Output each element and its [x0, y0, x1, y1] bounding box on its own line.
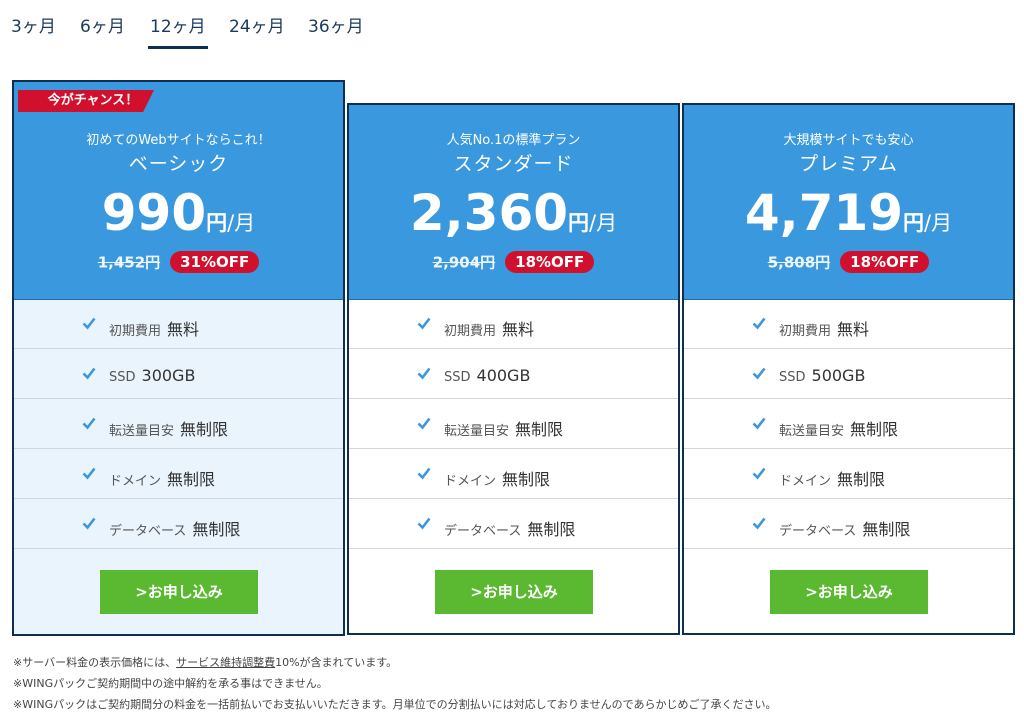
discount-badge: 18%OFF [505, 251, 595, 273]
plan-tagline: 人気No.1の標準プラン [446, 133, 581, 148]
plan-card-basic: 今がチャンス！ 初めてのWebサイトならこれ！ ベーシック 990円/月 1,4… [12, 80, 345, 636]
original-price: 2,904円 [432, 253, 496, 272]
feature-ssd: SSD 500GB [684, 349, 1013, 399]
check-icon [82, 317, 96, 330]
chevron-right-icon: > [805, 583, 818, 601]
feature-transfer: 転送量目安 無制限 [349, 399, 678, 449]
original-price-row: 5,808円 18%OFF [684, 251, 1013, 273]
feature-list: 初期費用 無料 SSD 500GB 転送量目安 無制限 ドメイン 無制限 データベース無… [684, 299, 1013, 549]
plan-price: 2,360 [409, 184, 569, 242]
per-month: /月 [924, 211, 953, 235]
check-icon [752, 467, 766, 480]
check-icon [417, 467, 431, 480]
check-icon [417, 417, 431, 430]
plan-header: 人気No.1の標準プラン スタンダード 2,360円/月 2,904円 18%OF… [349, 105, 678, 300]
feature-transfer: 転送量目安 無制限 [14, 399, 343, 449]
plan-price: 990 [101, 184, 207, 242]
apply-button-basic[interactable]: >お申し込み [100, 570, 258, 614]
feature-domain: ドメイン 無制限 [684, 449, 1013, 499]
discount-badge: 18%OFF [840, 251, 930, 273]
note-cancellation: ※WINGパックご契約期間中の途中解約を承る事はできません。 [13, 677, 328, 690]
plan-tagline: 大規模サイトでも安心 [783, 133, 914, 148]
feature-ssd: SSD 400GB [349, 349, 678, 399]
feature-database: データベース 無制限 [349, 499, 678, 549]
feature-initial-fee: 初期費用 無料 [14, 299, 343, 349]
check-icon [82, 517, 96, 530]
tab-3-months[interactable]: 3ヶ月 [11, 12, 56, 37]
chevron-right-icon: > [470, 583, 483, 601]
price-row: 2,360円/月 [349, 183, 678, 243]
yen-unit: 円 [903, 211, 925, 235]
check-icon [82, 467, 96, 480]
feature-list: 初期費用 無料 SSD 300GB 転送量目安 無制限 ドメイン 無制限 データベース無… [14, 299, 343, 549]
feature-transfer: 転送量目安 無制限 [684, 399, 1013, 449]
feature-domain: ドメイン 無制限 [349, 449, 678, 499]
plan-price: 4,719 [744, 184, 904, 242]
check-icon [752, 417, 766, 430]
plan-header: 今がチャンス！ 初めてのWebサイトならこれ！ ベーシック 990円/月 1,4… [14, 82, 343, 300]
tab-36-months[interactable]: 36ヶ月 [308, 12, 364, 37]
per-month: /月 [589, 211, 618, 235]
service-fee-link[interactable]: サービス維持調整費 [176, 656, 275, 669]
discount-badge: 31%OFF [170, 251, 260, 273]
original-price-row: 1,452円 31%OFF [14, 251, 343, 273]
check-icon [752, 367, 766, 380]
original-price: 1,452円 [97, 253, 161, 272]
check-icon [417, 517, 431, 530]
feature-domain: ドメイン 無制限 [14, 449, 343, 499]
check-icon [752, 517, 766, 530]
plan-header: 大規模サイトでも安心 プレミアム 4,719円/月 5,808円 18%OFF [684, 105, 1013, 300]
check-icon [752, 317, 766, 330]
original-price-row: 2,904円 18%OFF [349, 251, 678, 273]
yen-unit: 円 [568, 211, 590, 235]
feature-ssd: SSD 300GB [14, 349, 343, 399]
plan-name: ベーシック [128, 153, 229, 175]
check-icon [82, 367, 96, 380]
plan-card-standard: 人気No.1の標準プラン スタンダード 2,360円/月 2,904円 18%OF… [347, 103, 680, 635]
feature-database: データベース 無制限 [684, 499, 1013, 549]
apply-button-standard[interactable]: >お申し込み [435, 570, 593, 614]
feature-initial-fee: 初期費用 無料 [684, 299, 1013, 349]
chevron-right-icon: > [135, 583, 148, 601]
per-month: /月 [227, 211, 256, 235]
tab-6-months[interactable]: 6ヶ月 [80, 12, 125, 37]
yen-unit: 円 [206, 211, 228, 235]
price-row: 990円/月 [14, 183, 343, 243]
apply-button-premium[interactable]: >お申し込み [770, 570, 928, 614]
note-prepayment: ※WINGパックはご契約期間分の料金を一括前払いでお支払いいただきます。月単位で… [13, 698, 777, 711]
check-icon [417, 367, 431, 380]
plan-card-premium: 大規模サイトでも安心 プレミアム 4,719円/月 5,808円 18%OFF 初… [682, 103, 1015, 635]
plan-name: スタンダード [453, 153, 574, 175]
check-icon [417, 317, 431, 330]
tab-12-months[interactable]: 12ヶ月 [148, 12, 208, 49]
note-fee: ※サーバー料金の表示価格には、サービス維持調整費10%が含まれています。 [13, 656, 398, 669]
tab-24-months[interactable]: 24ヶ月 [229, 12, 285, 37]
feature-database: データベース 無制限 [14, 499, 343, 549]
plan-tagline: 初めてのWebサイトならこれ！ [86, 133, 271, 148]
original-price: 5,808円 [767, 253, 831, 272]
plan-name: プレミアム [799, 153, 898, 175]
check-icon [82, 417, 96, 430]
feature-initial-fee: 初期費用 無料 [349, 299, 678, 349]
feature-list: 初期費用 無料 SSD 400GB 転送量目安 無制限 ドメイン 無制限 データベース無… [349, 299, 678, 549]
price-row: 4,719円/月 [684, 183, 1013, 243]
